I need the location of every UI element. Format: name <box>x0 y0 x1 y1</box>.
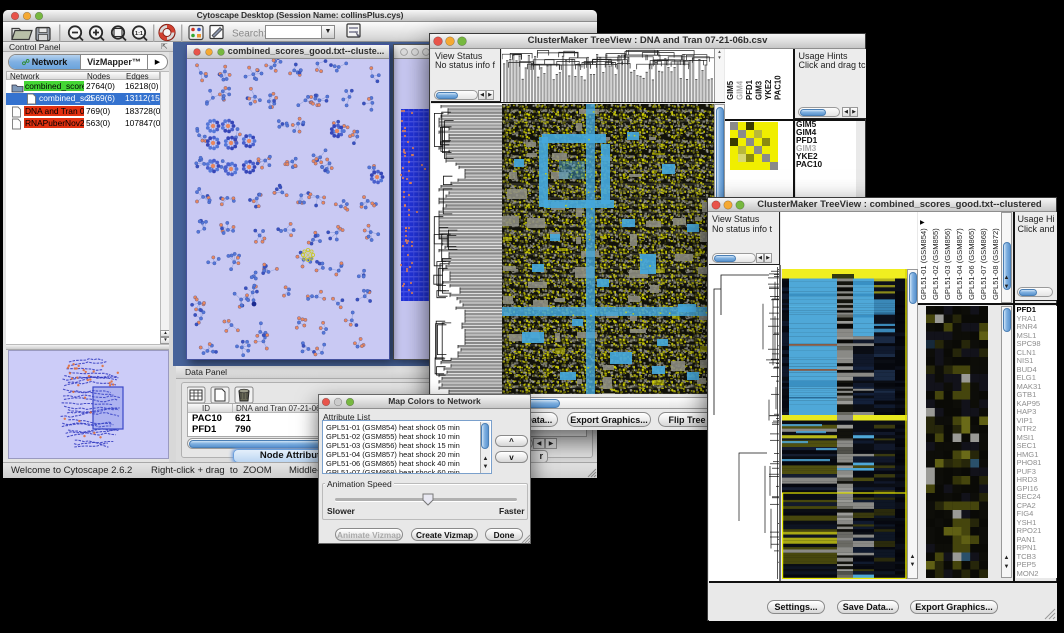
svg-text:GPL51-03 (GSM856): GPL51-03 (GSM856) <box>943 228 952 300</box>
svg-text:GPL51-02 (GSM855): GPL51-02 (GSM855) <box>931 228 940 300</box>
svg-text:GPL51-04 (GSM857): GPL51-04 (GSM857) <box>955 228 964 300</box>
svg-text:Search:: Search: <box>232 29 266 40</box>
svg-text:GPL51-08 (GSM872): GPL51-08 (GSM872) <box>991 228 1000 300</box>
svg-text:GPL51-01 (GSM854): GPL51-01 (GSM854) <box>919 228 928 300</box>
svg-text:GIM5: GIM5 <box>726 80 735 100</box>
svg-text:GIM3: GIM3 <box>755 80 764 100</box>
svg-text:GPL51-07 (GSM868): GPL51-07 (GSM868) <box>979 228 988 300</box>
svg-text:YKE2: YKE2 <box>764 78 773 99</box>
svg-text:PAC10: PAC10 <box>774 74 783 99</box>
svg-text:GIM4: GIM4 <box>736 80 745 100</box>
svg-text:PFD1: PFD1 <box>745 79 754 100</box>
svg-text:1:1: 1:1 <box>135 31 143 37</box>
svg-text:▶: ▶ <box>920 220 925 226</box>
svg-text:GPL51-06 (GSM865): GPL51-06 (GSM865) <box>967 228 976 300</box>
